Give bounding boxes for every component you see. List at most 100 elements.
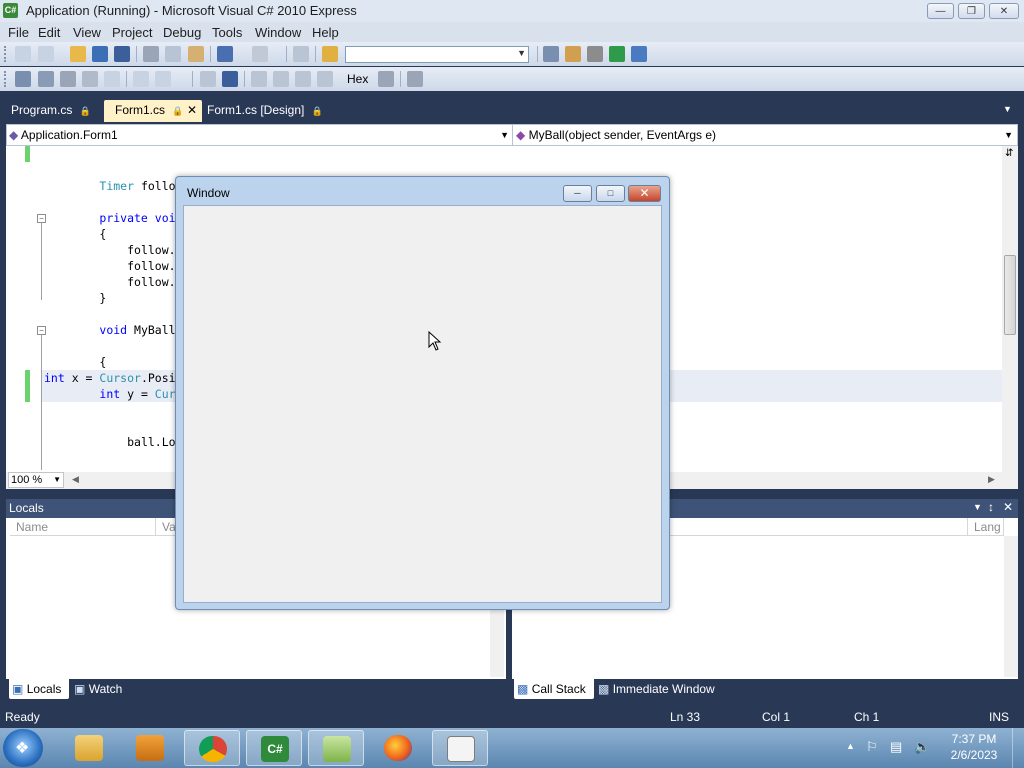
visual-csharp-icon: C# [261, 736, 289, 762]
extension-manager-icon[interactable] [631, 46, 647, 62]
member-combo[interactable]: ◆ MyBall(object sender, EventArgs e) ▼ [516, 126, 1015, 144]
toolbox-icon[interactable] [587, 46, 603, 62]
stop-debugging-icon[interactable] [222, 71, 238, 87]
scroll-right-icon[interactable]: ▶ [988, 474, 995, 485]
find-combo[interactable]: ▼ [345, 46, 529, 63]
outdent-icon[interactable] [155, 71, 171, 87]
step-out-icon[interactable] [317, 71, 333, 87]
code-line[interactable]: follow. [44, 275, 175, 289]
form-window[interactable]: Window ─ □ ✕ [175, 176, 670, 610]
toolbar-grip[interactable] [4, 71, 9, 87]
form-maximize-button[interactable]: □ [596, 185, 625, 202]
taskbar-app[interactable] [308, 730, 364, 766]
code-line[interactable]: { [44, 227, 106, 241]
clock[interactable]: 7:37 PM 2/6/2023 [946, 732, 1002, 762]
complete-word-icon[interactable] [82, 71, 98, 87]
taskbar-app[interactable] [122, 730, 178, 766]
open-file-icon[interactable] [70, 46, 86, 62]
paste-icon[interactable] [188, 46, 204, 62]
save-all-icon[interactable] [114, 46, 130, 62]
network-icon[interactable]: ▤ [890, 739, 902, 755]
code-line[interactable]: { [44, 355, 106, 369]
show-next-statement-icon[interactable] [251, 71, 267, 87]
show-hidden-icons-icon[interactable]: ▲ [846, 741, 855, 751]
action-center-icon[interactable]: ⚐ [866, 739, 878, 755]
form-close-button[interactable]: ✕ [628, 185, 661, 202]
tab-immediate-window[interactable]: ▩ Immediate Window [598, 679, 728, 699]
continue-icon[interactable] [200, 71, 216, 87]
menu-edit[interactable]: Edit [38, 25, 60, 40]
redo-icon[interactable] [252, 46, 268, 62]
split-icon[interactable]: ⇵ [1005, 148, 1013, 159]
column-header-language[interactable]: Lang [968, 518, 1004, 536]
show-desktop-button[interactable] [1012, 728, 1024, 768]
taskbar-app[interactable] [184, 730, 240, 766]
pin-icon[interactable]: ↕ [988, 500, 994, 514]
undo-icon[interactable] [217, 46, 233, 62]
step-over-icon[interactable] [295, 71, 311, 87]
breakpoints-icon[interactable] [378, 71, 394, 87]
code-line[interactable]: ball.Lo [44, 435, 175, 449]
hex-display-toggle[interactable]: Hex [347, 72, 368, 86]
quick-info-icon[interactable] [60, 71, 76, 87]
start-page-icon[interactable] [609, 46, 625, 62]
column-header-name[interactable]: Name [10, 518, 156, 536]
code-line[interactable]: follow. [44, 243, 175, 257]
save-icon[interactable] [92, 46, 108, 62]
taskbar-app[interactable] [61, 730, 117, 766]
call-stack-scrollbar[interactable] [1004, 536, 1018, 677]
solution-explorer-icon[interactable] [543, 46, 559, 62]
new-project-icon[interactable] [15, 46, 31, 62]
type-combo[interactable]: ◆ Application.Form1 ▼ [9, 126, 511, 144]
comment-icon[interactable] [104, 71, 120, 87]
zoom-combo[interactable]: 100 % ▼ [8, 472, 64, 488]
menu-tools[interactable]: Tools [212, 25, 242, 40]
code-line[interactable]: void MyBall [44, 323, 175, 337]
menu-debug[interactable]: Debug [163, 25, 201, 40]
indent-icon[interactable] [133, 71, 149, 87]
taskbar-app[interactable] [370, 730, 426, 766]
toolbar-grip[interactable] [4, 46, 9, 62]
volume-icon[interactable]: 🔈 [914, 739, 930, 755]
scrollbar-thumb[interactable] [1004, 255, 1016, 335]
close-pane-icon[interactable]: ✕ [1003, 500, 1013, 514]
parameter-info-icon[interactable] [38, 71, 54, 87]
menu-window[interactable]: Window [255, 25, 301, 40]
tab-list-chevron-icon[interactable]: ▼ [1003, 104, 1012, 114]
tab-form1-cs[interactable]: Form1.cs 🔒 ✕ [104, 100, 202, 122]
menu-project[interactable]: Project [112, 25, 152, 40]
step-into-icon[interactable] [273, 71, 289, 87]
tab-locals[interactable]: ▣ Locals [9, 679, 69, 699]
restore-button[interactable]: ❐ [958, 3, 985, 19]
code-line[interactable]: follow. [44, 259, 175, 273]
cut-icon[interactable] [143, 46, 159, 62]
list-members-icon[interactable] [15, 71, 31, 87]
code-line[interactable]: } [44, 291, 106, 305]
start-button[interactable]: ❖ [3, 729, 43, 767]
copy-icon[interactable] [165, 46, 181, 62]
menu-help[interactable]: Help [312, 25, 339, 40]
taskbar-app[interactable]: C# [246, 730, 302, 766]
code-line[interactable]: int x = Cursor.Posi [44, 371, 176, 385]
find-in-files-icon[interactable] [322, 46, 338, 62]
add-item-icon[interactable] [38, 46, 54, 62]
close-button[interactable]: ✕ [989, 3, 1019, 19]
tab-watch[interactable]: ▣ Watch [74, 679, 144, 699]
taskbar-app[interactable] [432, 730, 488, 766]
scroll-left-icon[interactable]: ◀ [72, 474, 79, 485]
code-line[interactable]: Timer follo [44, 179, 175, 193]
form-minimize-button[interactable]: ─ [563, 185, 592, 202]
start-debugging-icon[interactable] [293, 46, 309, 62]
form-client-area[interactable] [183, 205, 662, 603]
code-line[interactable]: private voi [44, 211, 175, 225]
pane-menu-chevron-icon[interactable]: ▼ [973, 502, 982, 512]
windows-icon[interactable] [407, 71, 423, 87]
code-line[interactable]: int y = Cur [44, 387, 175, 401]
tab-call-stack[interactable]: ▩ Call Stack [514, 679, 594, 699]
tab-form1-design[interactable]: Form1.cs [Design] 🔒 [196, 100, 326, 122]
properties-icon[interactable] [565, 46, 581, 62]
tab-program-cs[interactable]: Program.cs 🔒 [0, 100, 100, 122]
menu-file[interactable]: File [8, 25, 29, 40]
menu-view[interactable]: View [73, 25, 101, 40]
minimize-button[interactable]: — [927, 3, 954, 19]
